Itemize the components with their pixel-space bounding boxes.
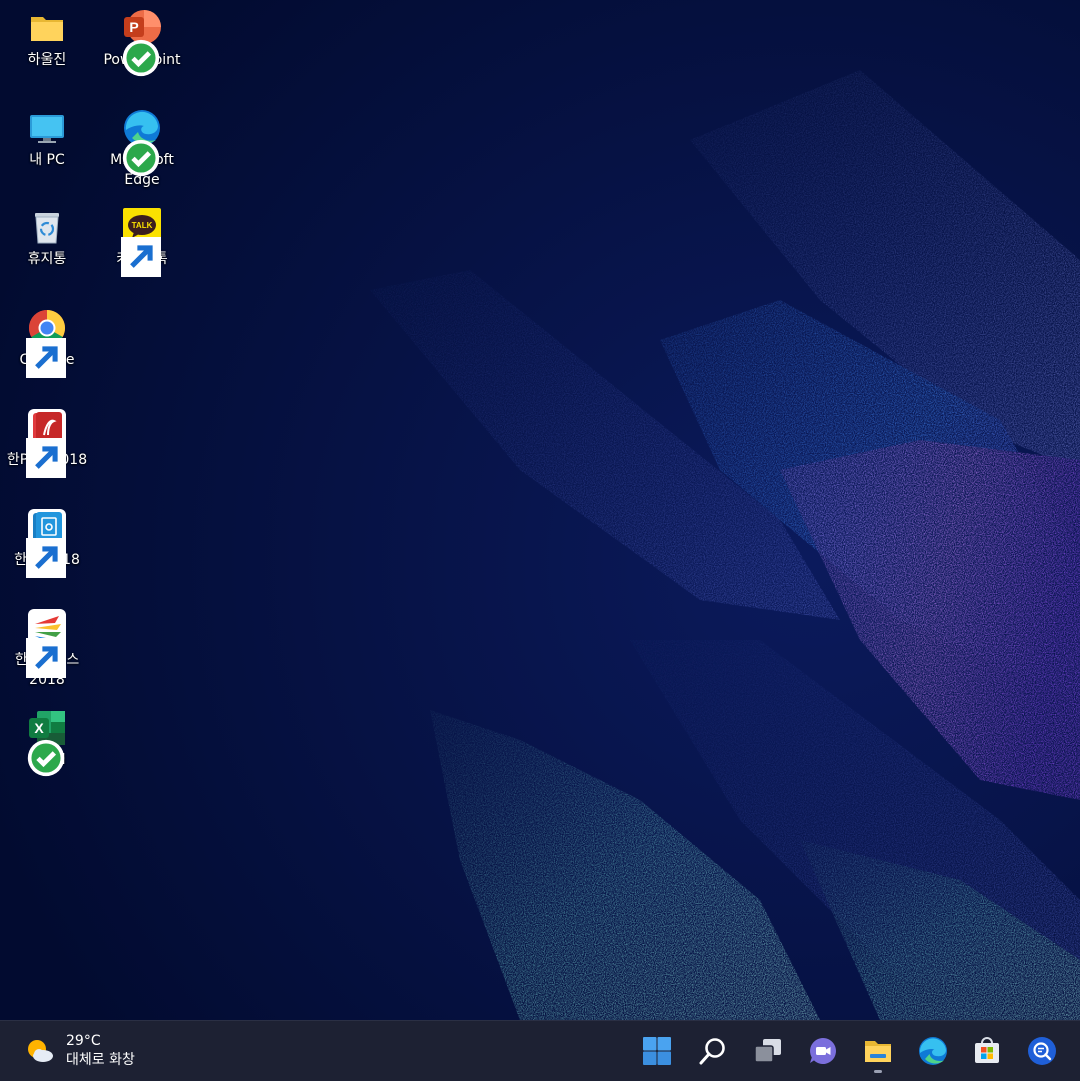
sync-check-icon — [121, 138, 160, 177]
teams-chat-icon — [810, 1038, 836, 1064]
file-explorer-icon — [865, 1041, 891, 1062]
running-indicator — [874, 1070, 882, 1073]
shortcut-arrow-icon — [26, 438, 66, 478]
hancom-office-icon — [26, 608, 67, 678]
desktop-icon-hancom-office[interactable]: 한컴오피스 2018 — [0, 602, 95, 690]
weather-temperature: 29°C — [66, 1033, 101, 1049]
desktop-icon-chrome[interactable]: Chrome — [0, 302, 95, 378]
svg-text:P: P — [129, 19, 138, 35]
monitor-icon — [27, 108, 67, 148]
sync-check-icon — [121, 38, 160, 77]
microsoft-store-icon — [975, 1037, 999, 1063]
desktop-icon-edge[interactable]: Microsoft Edge — [94, 102, 190, 190]
search-app-button[interactable] — [1020, 1029, 1064, 1073]
edge-taskbar-button[interactable] — [911, 1029, 955, 1073]
hanpdf-icon — [26, 408, 67, 478]
weather-condition: 대체로 화창 — [66, 1052, 135, 1068]
desktop-icon-label: 내 PC — [29, 152, 65, 168]
desktop-icon-powerpoint[interactable]: P PowerPoint — [94, 2, 190, 77]
desktop-icon-kakaotalk[interactable]: TALK 카카오톡 — [94, 201, 190, 277]
kakaotalk-badge-text: TALK — [132, 221, 153, 230]
hangul-icon — [26, 508, 67, 578]
start-button[interactable] — [635, 1029, 679, 1073]
search-icon — [699, 1038, 725, 1065]
windows-start-icon — [643, 1037, 671, 1065]
edge-icon — [121, 108, 162, 177]
taskbar: 29°C 대체로 화창 — [0, 1020, 1080, 1081]
sync-check-icon — [26, 738, 65, 777]
file-explorer-button[interactable] — [856, 1029, 900, 1073]
desktop-icon-recycle-bin[interactable]: 휴지통 — [0, 201, 95, 269]
task-view-button[interactable] — [746, 1029, 790, 1073]
shortcut-arrow-icon — [121, 237, 161, 277]
desktop-icon-my-pc[interactable]: 내 PC — [0, 102, 95, 170]
excel-icon: X — [26, 708, 67, 777]
weather-widget[interactable]: 29°C 대체로 화창 — [24, 1029, 135, 1073]
svg-text:X: X — [34, 720, 44, 736]
search-app-icon — [1028, 1037, 1056, 1065]
task-view-icon — [754, 1039, 781, 1063]
shortcut-arrow-icon — [26, 538, 66, 578]
partly-sunny-icon — [28, 1040, 53, 1062]
store-button[interactable] — [965, 1029, 1009, 1073]
chat-button[interactable] — [801, 1029, 845, 1073]
kakaotalk-icon: TALK — [121, 207, 162, 277]
powerpoint-icon: P — [121, 8, 162, 77]
shortcut-arrow-icon — [26, 638, 66, 678]
desktop-icon-label: 휴지통 — [27, 251, 67, 267]
search-button[interactable] — [691, 1029, 735, 1073]
desktop-icon-hanpdf[interactable]: 한PDF 2018 — [0, 402, 95, 478]
desktop-icon-excel[interactable]: X Excel — [0, 702, 95, 777]
desktop-icon-hangul[interactable]: 한글 2018 — [0, 502, 95, 578]
edge-icon — [919, 1037, 947, 1065]
chrome-icon — [26, 308, 67, 378]
folder-icon — [27, 8, 67, 48]
recycle-bin-icon — [27, 207, 67, 247]
desktop-icon-label: 하울진 — [27, 52, 67, 68]
shortcut-arrow-icon — [26, 338, 66, 378]
desktop-icon-folder[interactable]: 하울진 — [0, 2, 95, 70]
